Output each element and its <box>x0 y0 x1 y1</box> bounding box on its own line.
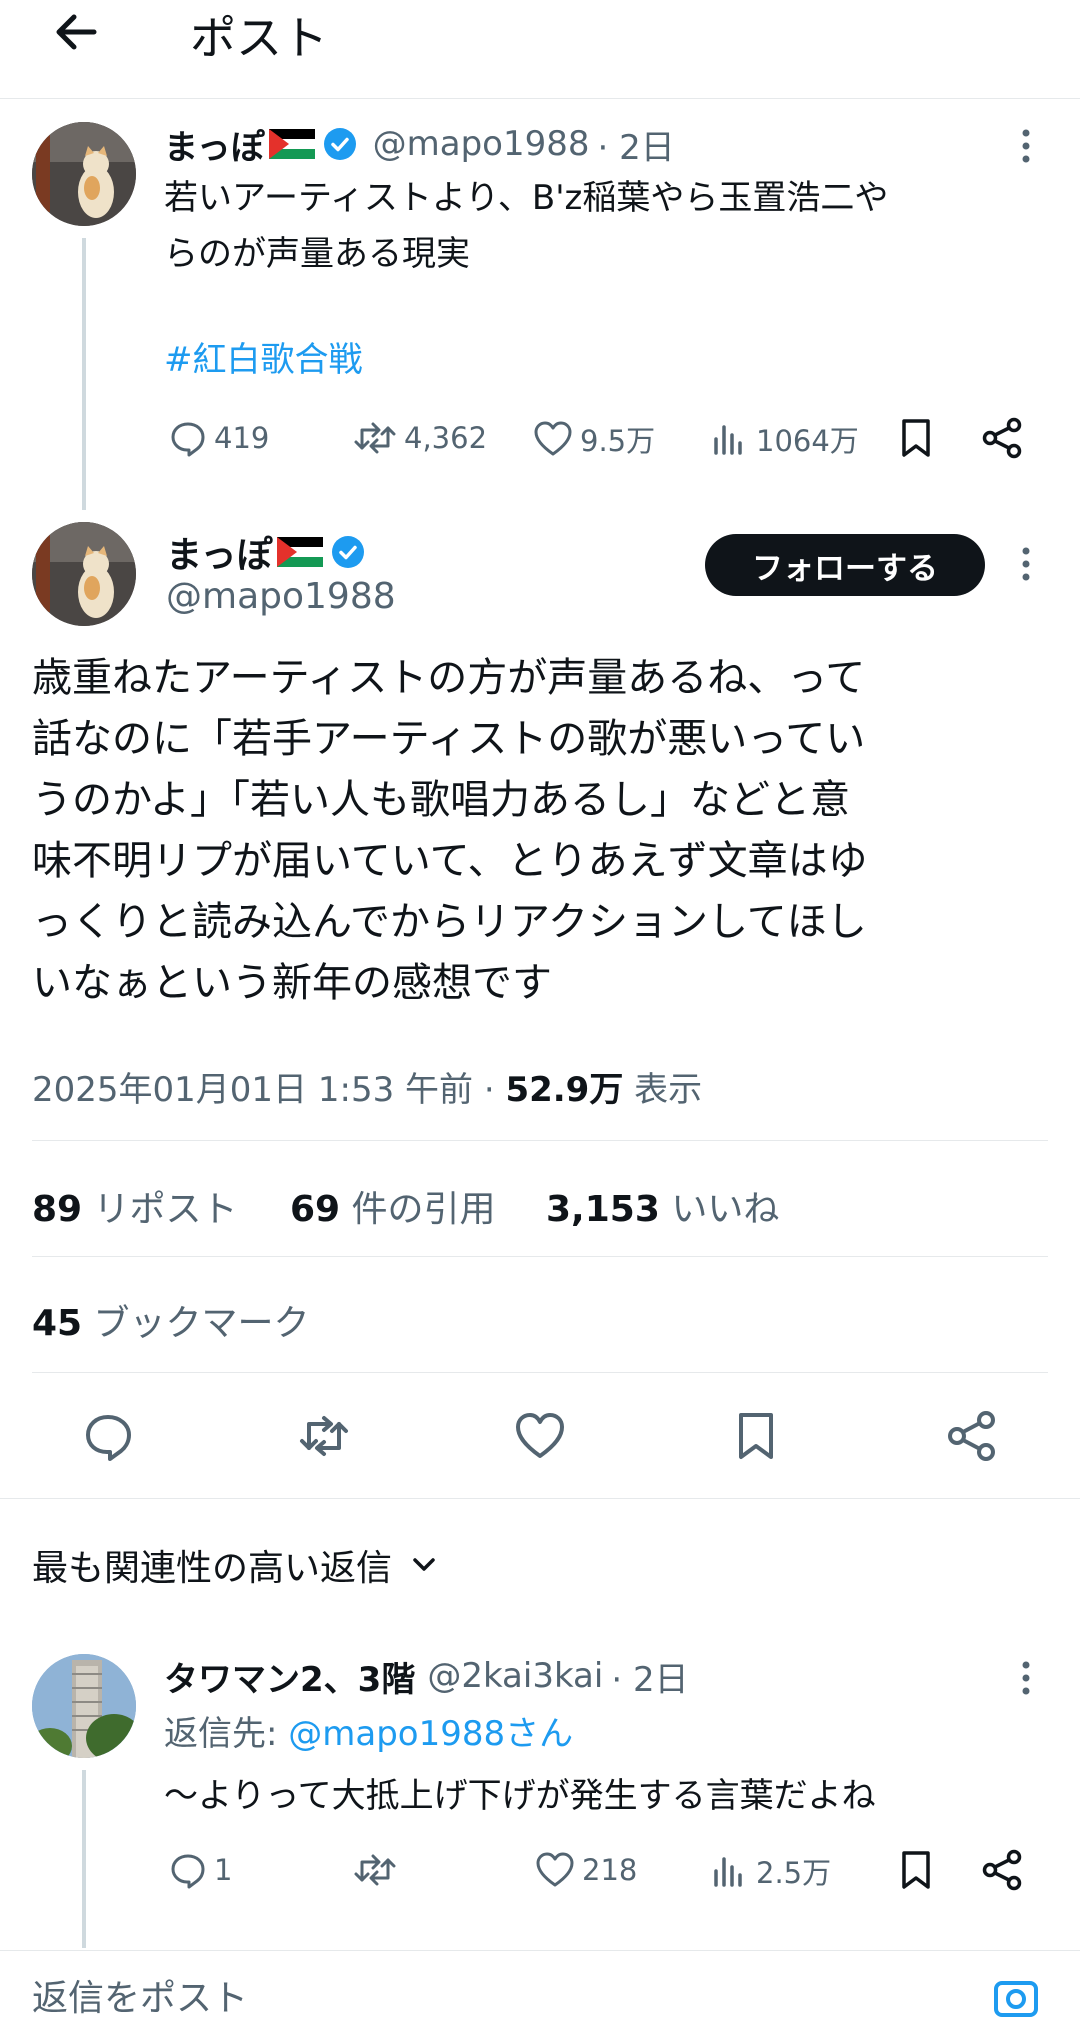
analytics-icon <box>714 425 742 455</box>
hashtag-link[interactable]: #紅白歌合戦 <box>164 332 363 388</box>
verified-badge-icon <box>331 535 365 569</box>
share-icon[interactable] <box>980 1848 1024 1892</box>
post-meta: まっぽ @mapo1988 · 2日 <box>164 120 675 169</box>
like-count[interactable]: 9.5万 <box>532 418 655 460</box>
views-label: 表示 <box>623 1070 703 1110</box>
like-count-value: 9.5万 <box>580 424 656 458</box>
reply-time: · 2日 <box>611 1659 689 1700</box>
view-count[interactable]: 2.5万 <box>710 1850 831 1892</box>
like-metric[interactable]: 3,153 いいね <box>546 1180 779 1232</box>
divider <box>0 1498 1080 1499</box>
reply-composer[interactable]: 返信をポスト <box>0 1950 1080 2023</box>
analytics-icon <box>714 1857 742 1887</box>
reply-to-mention[interactable]: @mapo1988さん <box>288 1714 573 1754</box>
avatar[interactable] <box>32 122 136 226</box>
reply-count[interactable]: 1 <box>168 1850 232 1890</box>
heart-icon[interactable] <box>512 1408 568 1464</box>
post-datetime: 2025年01月01日 1:53 午前 · <box>32 1070 506 1110</box>
top-bar: ポスト <box>0 0 1080 99</box>
view-count-value: 1064万 <box>756 424 859 458</box>
divider <box>32 1256 1048 1257</box>
reply-sort-dropdown[interactable]: 最も関連性の高い返信 <box>32 1540 442 1590</box>
more-options-icon[interactable] <box>1020 1660 1032 1696</box>
divider <box>32 1372 1048 1373</box>
repost-metric[interactable]: 89 リポスト <box>32 1180 238 1232</box>
bookmark-icon[interactable] <box>728 1408 784 1464</box>
author-row: まっぽ <box>166 528 365 576</box>
reply-icon <box>171 422 205 457</box>
thread-line <box>82 238 86 510</box>
chevron-down-icon <box>413 1558 435 1571</box>
reply-count-value: 419 <box>214 421 270 455</box>
like-count-value: 218 <box>582 1853 638 1887</box>
reply-count[interactable]: 419 <box>168 418 269 458</box>
author-name[interactable]: まっぽ <box>164 120 265 169</box>
more-options-icon[interactable] <box>1020 128 1032 164</box>
heart-icon <box>536 1852 574 1887</box>
view-count-value: 52.9万 <box>505 1070 624 1110</box>
back-arrow-icon[interactable] <box>48 4 104 60</box>
reply-to-line: 返信先: @mapo1988さん <box>164 1706 573 1755</box>
post-body: 歳重ねたアーティストの方が声量あるね、って 話なのに「若手アーティストの歌が悪い… <box>32 655 868 1006</box>
reply-count-value: 1 <box>214 1853 233 1887</box>
repost-icon <box>354 422 396 454</box>
repost-icon[interactable] <box>296 1408 352 1464</box>
repost-icon <box>354 1854 396 1886</box>
reply-meta: タワマン2、3階 @2kai3kai · 2日 <box>164 1652 689 1701</box>
more-options-icon[interactable] <box>1020 546 1032 582</box>
composer-placeholder[interactable]: 返信をポスト <box>32 1969 248 2021</box>
author-handle[interactable]: @mapo1988 <box>373 124 590 164</box>
repost-button[interactable] <box>352 1850 404 1890</box>
share-icon[interactable] <box>980 416 1024 460</box>
post-time: · 2日 <box>597 127 675 168</box>
reply-icon <box>171 1854 205 1889</box>
avatar[interactable] <box>32 522 136 626</box>
heart-icon <box>534 421 572 456</box>
verified-badge-icon <box>323 127 357 161</box>
bookmark-icon[interactable] <box>894 416 938 460</box>
palestine-flag-icon <box>276 537 323 567</box>
view-count-value: 2.5万 <box>756 1856 832 1890</box>
author-handle[interactable]: @mapo1988 <box>166 576 396 617</box>
quote-metric[interactable]: 69 件の引用 <box>290 1180 496 1232</box>
like-count[interactable]: 218 <box>534 1850 637 1890</box>
reply-author-name[interactable]: タワマン2、3階 <box>164 1652 415 1701</box>
repost-count-value: 4,362 <box>404 421 488 455</box>
reply-author-handle[interactable]: @2kai3kai <box>427 1656 603 1696</box>
page-title: ポスト <box>190 11 328 65</box>
share-icon[interactable] <box>944 1408 1000 1464</box>
divider <box>32 1140 1048 1141</box>
palestine-flag-icon <box>268 129 315 159</box>
post-timestamp: 2025年01月01日 1:53 午前 · 52.9万 表示 <box>32 1062 702 1111</box>
reply-icon[interactable] <box>80 1408 136 1464</box>
post-text: 若いアーティストより、B'z稲葉やら玉置浩二や らのが声量ある現実 <box>164 178 889 274</box>
view-count[interactable]: 1064万 <box>710 418 859 460</box>
camera-icon[interactable] <box>992 1973 1040 2021</box>
author-name[interactable]: まっぽ <box>166 526 273 578</box>
bookmark-metric[interactable]: 45 ブックマーク <box>32 1294 310 1346</box>
thread-line <box>82 1770 86 1948</box>
repost-count[interactable]: 4,362 <box>352 418 487 458</box>
reply-sort-label: 最も関連性の高い返信 <box>32 1548 393 1589</box>
avatar[interactable] <box>32 1654 136 1758</box>
reply-text: 〜よりって大抵上げ下げが発生する言葉だよね <box>164 1776 876 1816</box>
bookmark-icon[interactable] <box>894 1848 938 1892</box>
reply-to-label: 返信先: <box>164 1714 289 1754</box>
follow-button[interactable]: フォローする <box>705 534 985 596</box>
